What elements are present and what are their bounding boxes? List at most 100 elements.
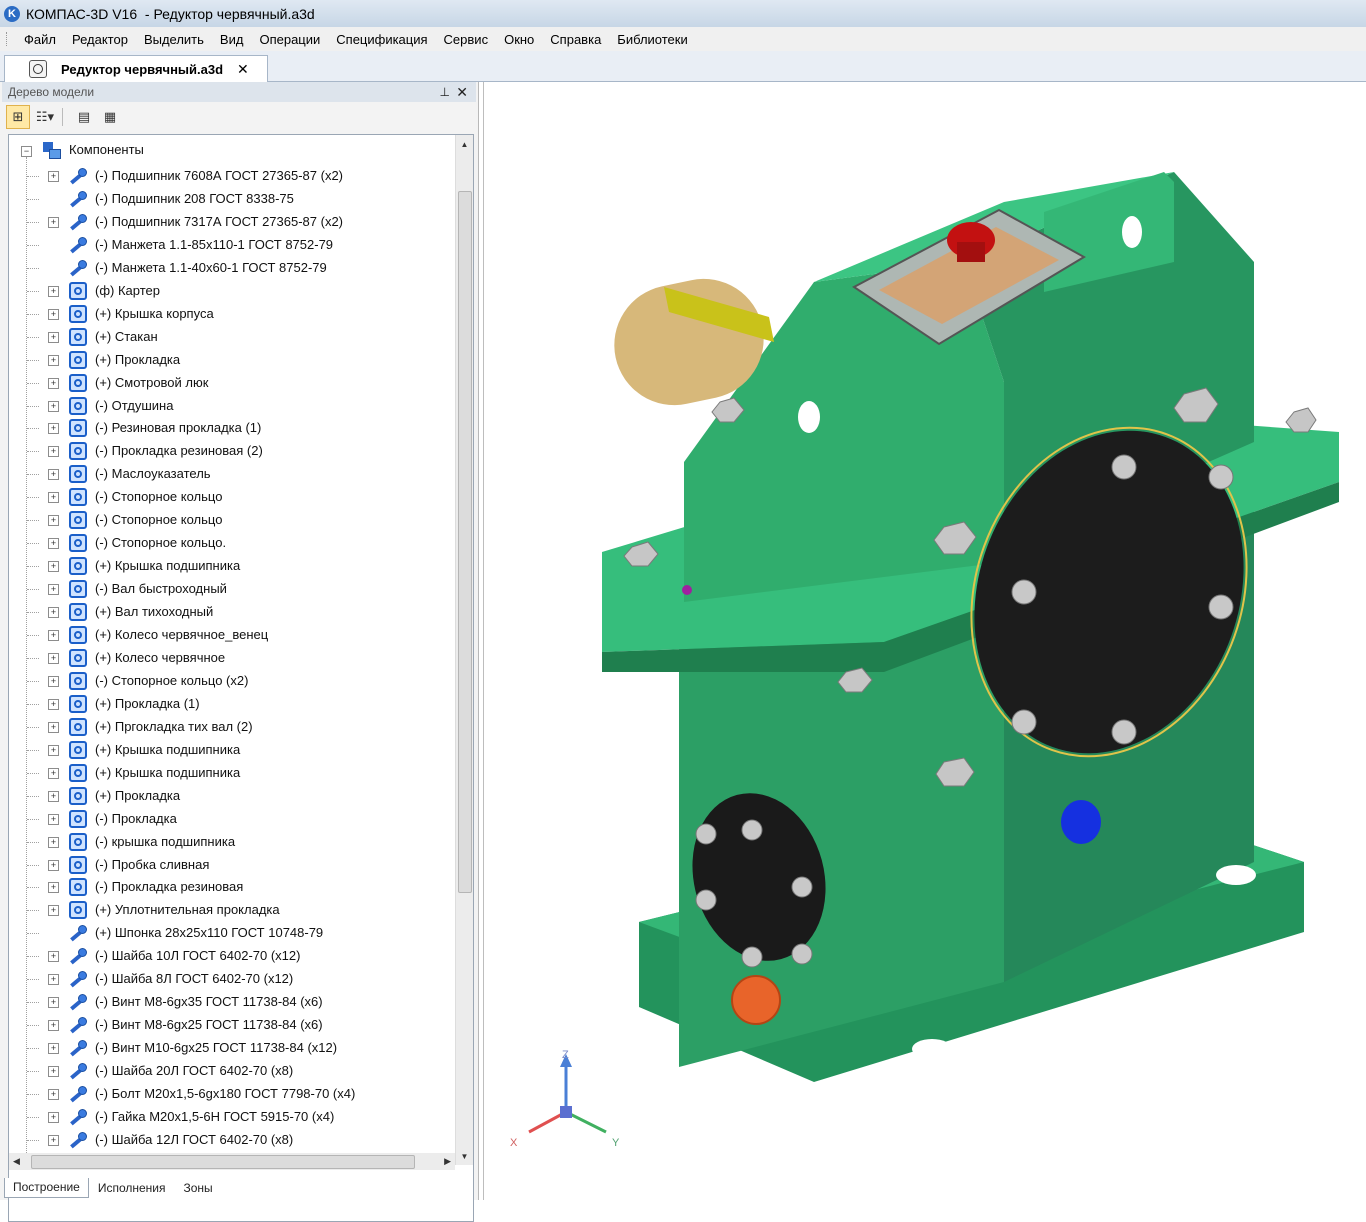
tree-item-label[interactable]: (-) Манжета 1.1-85x110-1 ГОСТ 8752-79 <box>95 237 333 252</box>
tab-construction[interactable]: Построение <box>4 1178 89 1198</box>
tree-item-label[interactable]: (-) Вал быстроходный <box>95 581 227 596</box>
expand-node-icon[interactable]: + <box>48 492 59 504</box>
tree-item-label[interactable]: (+) Уплотнительная прокладка <box>95 902 280 917</box>
tree-item-label[interactable]: (+) Крышка подшипника <box>95 558 240 573</box>
tree-item-label[interactable]: (-) Стопорное кольцо. <box>95 535 226 550</box>
collapse-root-icon[interactable]: − <box>21 146 32 157</box>
tree-item-label[interactable]: (+) Пргокладка тих вал (2) <box>95 719 253 734</box>
tree-item-label[interactable]: (+) Крышка подшипника <box>95 742 240 757</box>
scroll-down-icon[interactable]: ▼ <box>456 1149 473 1165</box>
tree-item-label[interactable]: (-) Маслоуказатель <box>95 466 211 481</box>
expand-node-icon[interactable]: + <box>48 285 59 297</box>
tree-item-label[interactable]: (-) Пробка сливная <box>95 857 209 872</box>
expand-node-icon[interactable]: + <box>48 859 59 871</box>
tree-item-label[interactable]: (-) Болт М20x1,5-6gx180 ГОСТ 7798-70 (x4… <box>95 1086 355 1101</box>
tree-item-label[interactable]: (+) Стакан <box>95 329 158 344</box>
close-tab-icon[interactable]: ✕ <box>237 61 249 78</box>
menu-help[interactable]: Справка <box>542 32 609 47</box>
menu-editor[interactable]: Редактор <box>64 32 136 47</box>
scroll-left-icon[interactable]: ◀ <box>13 1153 20 1170</box>
expand-node-icon[interactable]: + <box>48 882 59 894</box>
expand-node-icon[interactable]: + <box>48 171 59 182</box>
expand-node-icon[interactable]: + <box>48 652 59 664</box>
tab-versions[interactable]: Исполнения <box>89 1178 175 1198</box>
expand-node-icon[interactable]: + <box>48 1134 59 1146</box>
menu-libraries[interactable]: Библиотеки <box>609 32 695 47</box>
menu-service[interactable]: Сервис <box>436 32 497 47</box>
expand-node-icon[interactable]: + <box>48 698 59 710</box>
tree-item-label[interactable]: (-) Стопорное кольцо <box>95 512 222 527</box>
expand-node-icon[interactable]: + <box>48 561 59 573</box>
scroll-up-icon[interactable]: ▲ <box>456 137 473 153</box>
tree-item-label[interactable]: (-) Прокладка резиновая (2) <box>95 443 263 458</box>
tree-item-label[interactable]: (+) Вал тихоходный <box>95 604 213 619</box>
tree-item-label[interactable]: (-) Винт М10-6gx25 ГОСТ 11738-84 (x12) <box>95 1040 337 1055</box>
menu-specification[interactable]: Спецификация <box>328 32 435 47</box>
tree-structure-icon[interactable]: ⊞ <box>6 105 30 129</box>
expand-node-icon[interactable]: + <box>48 423 59 435</box>
expand-node-icon[interactable]: + <box>48 1066 59 1078</box>
tree-item-label[interactable]: (-) Шайба 8Л ГОСТ 6402-70 (x12) <box>95 971 293 986</box>
tree-vertical-scrollbar[interactable]: ▲ ▼ <box>455 135 473 1165</box>
expand-node-icon[interactable]: + <box>48 538 59 550</box>
document-properties-icon[interactable]: ▤ <box>73 106 95 128</box>
tree-item-label[interactable]: (-) Стопорное кольцо (x2) <box>95 673 248 688</box>
tree-item-label[interactable]: (-) Подшипник 7608А ГОСТ 27365-87 (x2) <box>95 168 343 183</box>
menu-operations[interactable]: Операции <box>251 32 328 47</box>
tree-item-label[interactable]: (-) Отдушина <box>95 398 173 413</box>
expand-node-icon[interactable]: + <box>48 767 59 779</box>
tree-item-label[interactable]: (-) Шайба 20Л ГОСТ 6402-70 (x8) <box>95 1063 293 1078</box>
tree-item-label[interactable]: (+) Смотровой люк <box>95 375 208 390</box>
scroll-right-icon[interactable]: ▶ <box>444 1153 451 1170</box>
expand-node-icon[interactable]: + <box>48 675 59 687</box>
pin-icon[interactable]: ⊥ <box>440 85 450 99</box>
expand-node-icon[interactable]: + <box>48 469 59 481</box>
tree-item-label[interactable]: (+) Шпонка 28x25x110 ГОСТ 10748-79 <box>95 925 323 940</box>
expand-node-icon[interactable]: + <box>48 1089 59 1100</box>
tree-item-label[interactable]: (+) Крышка корпуса <box>95 306 214 321</box>
close-panel-icon[interactable]: ✕ <box>456 84 468 101</box>
tree-item-label[interactable]: (-) Прокладка резиновая <box>95 879 243 894</box>
tree-horizontal-scrollbar[interactable]: ◀ ▶ <box>9 1153 455 1170</box>
expand-node-icon[interactable]: + <box>48 308 59 320</box>
expand-node-icon[interactable]: + <box>48 377 59 389</box>
tree-item-label[interactable]: (-) Винт М8-6gx35 ГОСТ 11738-84 (x6) <box>95 994 323 1009</box>
menu-view[interactable]: Вид <box>212 32 252 47</box>
tree-item-label[interactable]: (-) Винт М8-6gx25 ГОСТ 11738-84 (x6) <box>95 1017 323 1032</box>
tree-item-label[interactable]: (-) Стопорное кольцо <box>95 489 222 504</box>
tree-item-label[interactable]: (+) Колесо червячное <box>95 650 225 665</box>
expand-node-icon[interactable]: + <box>48 997 59 1009</box>
report-icon[interactable]: ▦ <box>99 106 121 128</box>
expand-node-icon[interactable]: + <box>48 744 59 756</box>
menu-select[interactable]: Выделить <box>136 32 212 47</box>
3d-viewport[interactable]: Z X Y <box>483 82 1366 1200</box>
tree-item-label[interactable]: (-) крышка подшипника <box>95 834 235 849</box>
expand-node-icon[interactable]: + <box>48 1043 59 1055</box>
expand-node-icon[interactable]: + <box>48 905 59 917</box>
menu-file[interactable]: Файл <box>16 32 64 47</box>
expand-node-icon[interactable]: + <box>48 216 59 228</box>
tree-item-label[interactable]: (-) Подшипник 7317А ГОСТ 27365-87 (x2) <box>95 214 343 229</box>
tree-item-label[interactable]: (-) Манжета 1.1-40x60-1 ГОСТ 8752-79 <box>95 260 327 275</box>
expand-node-icon[interactable]: + <box>48 584 59 596</box>
expand-node-icon[interactable]: + <box>48 951 59 963</box>
tree-view-mode-icon[interactable]: ☷▾ <box>34 106 56 128</box>
tree-item-label[interactable]: (-) Прокладка <box>95 811 177 826</box>
tree-item-label[interactable]: (-) Шайба 10Л ГОСТ 6402-70 (x12) <box>95 948 300 963</box>
document-tab[interactable]: Редуктор червячный.a3d ✕ <box>4 55 268 82</box>
tree-item-label[interactable]: (-) Шайба 12Л ГОСТ 6402-70 (x8) <box>95 1132 293 1147</box>
menu-window[interactable]: Окно <box>496 32 542 47</box>
tree-item-label[interactable]: (ф) Картер <box>95 283 160 298</box>
tree-item-label[interactable]: (+) Крышка подшипника <box>95 765 240 780</box>
tree-item-label[interactable]: (-) Гайка М20x1,5-6Н ГОСТ 5915-70 (x4) <box>95 1109 334 1124</box>
expand-node-icon[interactable]: + <box>48 400 59 412</box>
expand-node-icon[interactable]: + <box>48 446 59 458</box>
hscroll-thumb[interactable] <box>31 1155 415 1169</box>
worm-gearbox-model[interactable]: Z X Y <box>484 82 1366 1200</box>
expand-node-icon[interactable]: + <box>48 607 59 619</box>
expand-node-icon[interactable]: + <box>48 1020 59 1032</box>
expand-node-icon[interactable]: + <box>48 721 59 733</box>
tree-item-label[interactable]: (+) Прокладка <box>95 352 180 367</box>
expand-node-icon[interactable]: + <box>48 1111 59 1123</box>
tree-item-label[interactable]: (+) Прокладка (1) <box>95 696 200 711</box>
